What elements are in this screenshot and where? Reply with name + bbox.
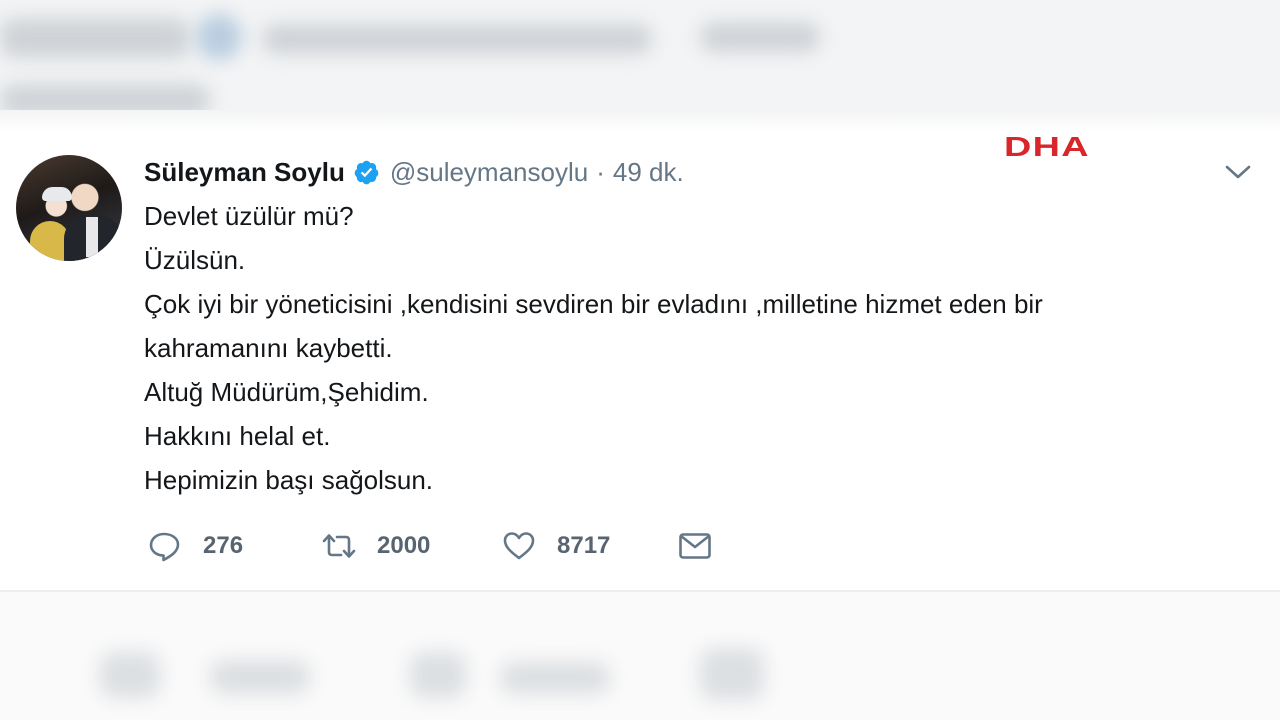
direct-message-button[interactable]	[677, 526, 713, 566]
tweet-line: Devlet üzülür mü?	[144, 201, 354, 231]
reply-button[interactable]: 276	[147, 526, 243, 566]
separator: ·	[596, 156, 605, 187]
timestamp[interactable]: 49 dk.	[613, 157, 684, 188]
tweet-text: Devlet üzülür mü? Üzülsün. Çok iyi bir y…	[144, 194, 1234, 502]
verified-badge-icon	[354, 160, 379, 184]
author-handle[interactable]: @suleymansoylu	[390, 157, 588, 188]
envelope-icon	[679, 533, 711, 559]
divider	[0, 110, 1280, 132]
tweet-line: Hakkını helal et.	[144, 421, 331, 451]
like-button[interactable]: 8717	[501, 526, 610, 566]
previous-tweet-blurred	[0, 0, 1280, 128]
tweet: Süleyman Soylu @suleymansoylu · 49 dk. D…	[0, 130, 1280, 590]
tweet-line: Çok iyi bir yöneticisini ,kendisini sevd…	[144, 289, 1043, 319]
tweet-actions: 276 2000 8717	[147, 526, 847, 566]
tweet-line: Üzülsün.	[144, 245, 246, 275]
next-content-blurred	[0, 592, 1280, 720]
retweet-button[interactable]: 2000	[321, 526, 430, 566]
retweet-count: 2000	[377, 532, 431, 559]
reply-count: 276	[203, 532, 244, 559]
heart-icon	[503, 532, 535, 560]
like-count: 8717	[557, 532, 611, 559]
tweet-line: kahramanını kaybetti.	[144, 333, 393, 363]
author-name[interactable]: Süleyman Soylu	[144, 157, 345, 188]
tweet-line: Hepimizin başı sağolsun.	[144, 465, 434, 495]
retweet-icon	[322, 534, 356, 558]
dha-watermark-logo: DHA	[1004, 131, 1090, 162]
chevron-down-icon[interactable]	[1222, 160, 1254, 184]
avatar[interactable]	[16, 155, 122, 261]
tweet-header: Süleyman Soylu @suleymansoylu · 49 dk.	[144, 152, 684, 192]
reply-icon	[149, 532, 180, 562]
tweet-line: Altuğ Müdürüm,Şehidim.	[144, 377, 429, 407]
